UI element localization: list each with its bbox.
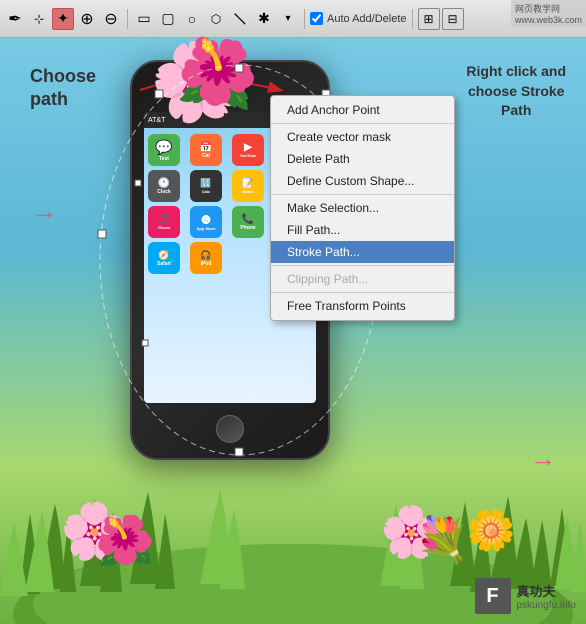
menu-sep-2 — [271, 194, 454, 195]
app-store: 🅐App Store — [190, 206, 222, 238]
polygon-icon[interactable]: ⬡ — [205, 8, 227, 30]
menu-sep-3 — [271, 265, 454, 266]
menu-stroke-path[interactable]: Stroke Path... — [271, 241, 454, 263]
option2-icon[interactable]: ⊟ — [442, 8, 464, 30]
menu-add-anchor[interactable]: Add Anchor Point — [271, 99, 454, 121]
rounded-rect-icon[interactable]: ▢ — [157, 8, 179, 30]
ellipse-icon[interactable]: ○ — [181, 8, 203, 30]
custom-shape-icon[interactable]: ✱ — [253, 8, 275, 30]
app-sms: 💬Text — [148, 134, 180, 166]
menu-sep-1 — [271, 123, 454, 124]
app-calculator: 🔢Calc — [190, 170, 222, 202]
top-flower-2: 🌺 — [172, 29, 265, 118]
auto-add-label: Auto Add/Delete — [327, 13, 407, 25]
watermark-site: pskungfu.info — [517, 600, 577, 611]
bottom-flower-2: 🌺 — [95, 512, 155, 569]
menu-sep-4 — [271, 292, 454, 293]
menu-delete-path[interactable]: Delete Path — [271, 148, 454, 170]
menu-define-custom[interactable]: Define Custom Shape... — [271, 170, 454, 192]
add-anchor-icon[interactable]: ⊕ — [76, 8, 98, 30]
watermark-icon: F — [475, 578, 511, 614]
app-youtube: ▶YouTube — [232, 134, 264, 166]
menu-clipping-path: Clipping Path... — [271, 268, 454, 290]
auto-add-checkbox[interactable] — [310, 12, 323, 25]
separator-3 — [412, 9, 413, 29]
move-anchor-icon[interactable]: ⊹ — [28, 8, 50, 30]
app-cal: 📅Cal — [190, 134, 222, 166]
option1-icon[interactable]: ⊞ — [418, 8, 440, 30]
app-safari: 🧭Safari — [148, 242, 180, 274]
corner-badge: 网页教学网 www.web3k.com — [511, 0, 586, 27]
pen-tool-icon[interactable]: ✒ — [4, 8, 26, 30]
left-arrow-icon: → — [30, 195, 58, 227]
line-icon[interactable]: | — [224, 3, 255, 34]
shape-dropdown-icon[interactable]: ▾ — [277, 8, 299, 30]
app-itunes: 🎵iTunes — [148, 206, 180, 238]
bottom-flower-4: 💐 — [415, 514, 470, 566]
menu-fill-path[interactable]: Fill Path... — [271, 219, 454, 241]
watermark-letter: F — [486, 585, 498, 608]
menu-make-selection[interactable]: Make Selection... — [271, 197, 454, 219]
watermark: F 真功夫 pskungfu.info — [475, 578, 577, 614]
separator-2 — [304, 9, 305, 29]
menu-free-transform[interactable]: Free Transform Points — [271, 295, 454, 317]
watermark-brand: 真功夫 — [517, 581, 577, 600]
delete-anchor-icon[interactable]: ⊖ — [100, 8, 122, 30]
menu-create-vector[interactable]: Create vector mask — [271, 126, 454, 148]
app-notes: 📝Notes — [232, 170, 264, 202]
separator-1 — [127, 9, 128, 29]
right-click-label: Right click andchoose StrokePath — [466, 62, 566, 121]
app-ipod: 🎧iPod — [190, 242, 222, 274]
choose-path-label: Choosepath — [30, 65, 96, 112]
bottom-flower-5: 🌼 — [466, 507, 516, 554]
auto-add-checkbox-group[interactable]: Auto Add/Delete — [310, 12, 407, 25]
app-phone: 📞Phone — [232, 206, 264, 238]
app-clock: 🕐Clock — [148, 170, 180, 202]
rect-shape-icon[interactable]: ▭ — [133, 8, 155, 30]
pen-active-icon[interactable]: ✦ — [52, 8, 74, 30]
context-menu: Add Anchor Point Create vector mask Dele… — [270, 95, 455, 321]
toolbar: ✒ ⊹ ✦ ⊕ ⊖ ▭ ▢ ○ ⬡ | ✱ ▾ Auto Add/Delete … — [0, 0, 586, 38]
